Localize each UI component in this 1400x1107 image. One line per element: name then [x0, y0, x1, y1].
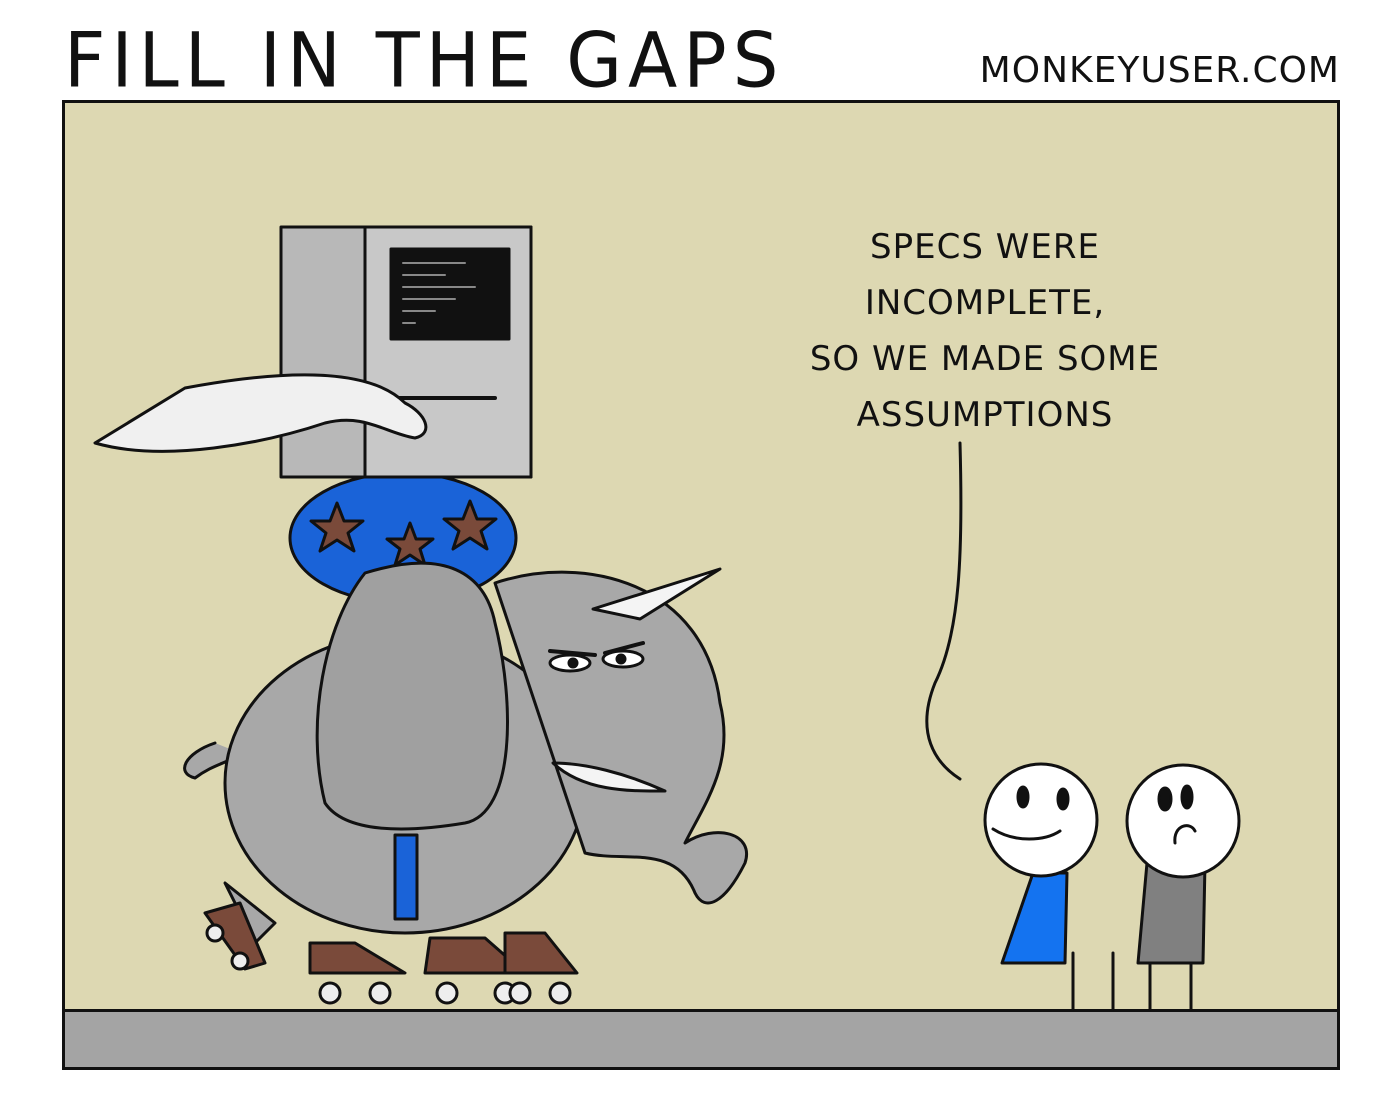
- computer-box: [93, 225, 533, 479]
- speech-bubble: SPECS WERE INCOMPLETE, SO WE MADE SOME A…: [795, 219, 1175, 443]
- comic-panel: SPECS WERE INCOMPLETE, SO WE MADE SOME A…: [62, 100, 1340, 1070]
- speech-line: ASSUMPTIONS: [856, 395, 1114, 435]
- speech-line: SO WE MADE SOME: [809, 339, 1161, 379]
- speech-line: INCOMPLETE,: [864, 283, 1106, 323]
- person-happy: [983, 762, 1115, 1011]
- person-sad: [1125, 763, 1241, 1011]
- speech-line: SPECS WERE: [870, 227, 1100, 267]
- site-name: MONKEYUSER.COM: [979, 50, 1340, 91]
- speech-tail: [925, 441, 963, 781]
- elephant: [183, 561, 749, 1005]
- comic-title: FILL IN THE GAPS: [64, 15, 785, 105]
